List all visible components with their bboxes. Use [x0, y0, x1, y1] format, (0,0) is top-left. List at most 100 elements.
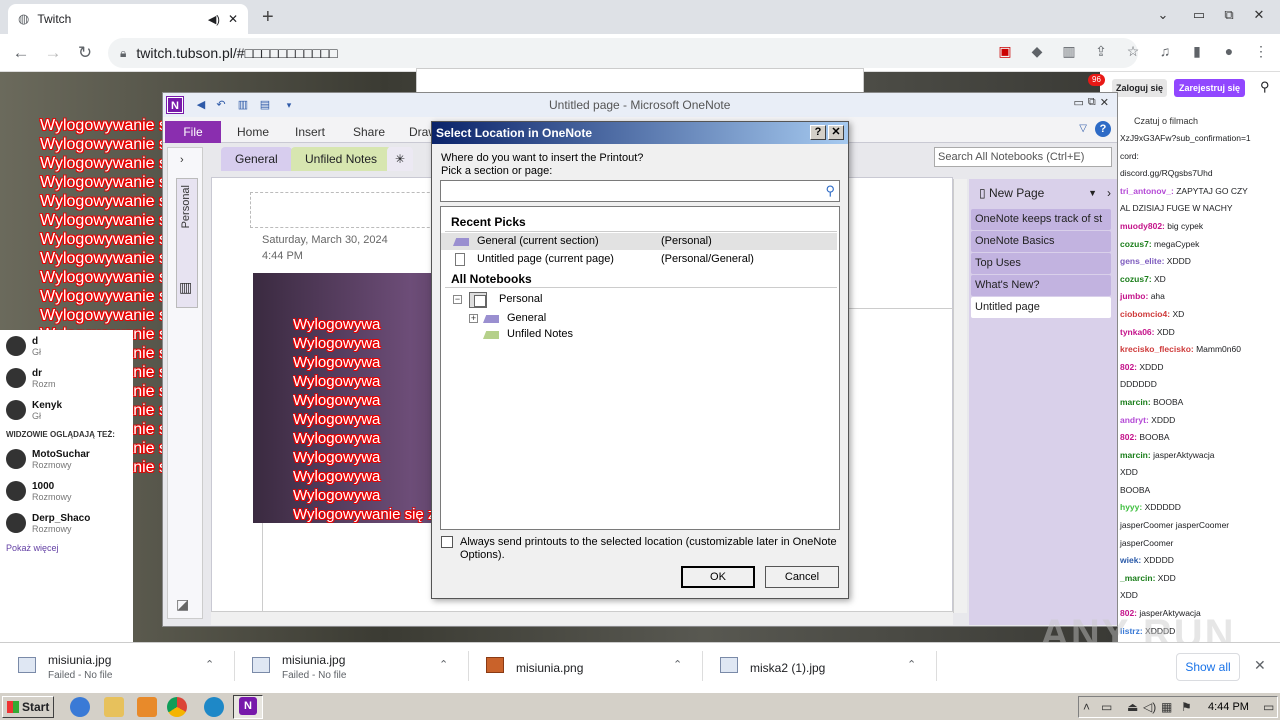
side-panel-icon[interactable]: ▮: [1188, 42, 1206, 60]
chevron-up-icon[interactable]: ⌃: [673, 658, 682, 671]
back-arrow-icon[interactable]: ◀: [193, 97, 209, 113]
chat-username[interactable]: _marcin:: [1120, 573, 1158, 583]
always-send-checkbox[interactable]: [441, 536, 453, 548]
tab-insert[interactable]: Insert: [295, 125, 325, 139]
tree-section-unfiled[interactable]: Unfiled Notes: [441, 326, 837, 343]
show-more-link[interactable]: Pokaż więcej: [0, 539, 133, 557]
chat-username[interactable]: krecisko_flecisko:: [1120, 344, 1196, 354]
media-player-icon[interactable]: [137, 697, 157, 717]
chat-username[interactable]: 802:: [1120, 432, 1139, 442]
page-item[interactable]: Untitled page: [971, 297, 1111, 318]
tab-close-icon[interactable]: ✕: [228, 12, 238, 26]
browser-tab[interactable]: ◍ Twitch ◀) ✕: [8, 4, 248, 34]
menu-kebab-icon[interactable]: ⋮: [1252, 42, 1270, 60]
channel-item[interactable]: Kenyk Gł: [0, 394, 133, 426]
ribbon-collapse-icon[interactable]: ▽: [1079, 123, 1087, 134]
channel-item[interactable]: 1000 Rozmowy: [0, 475, 133, 507]
vertical-scrollbar[interactable]: [953, 179, 967, 613]
chevron-up-icon[interactable]: ⌃: [205, 658, 214, 671]
new-page-button[interactable]: ▯ New Page ▼ ›: [973, 183, 1115, 203]
chevron-right-icon[interactable]: ›: [1107, 183, 1111, 203]
page-item[interactable]: OneNote Basics: [971, 231, 1111, 252]
maximize-button[interactable]: ⧉: [1088, 96, 1096, 109]
download-item[interactable]: misiunia.jpg Failed - No file ⌃: [234, 649, 459, 687]
channel-item[interactable]: d Gł: [0, 330, 133, 362]
chat-username[interactable]: 802:: [1120, 362, 1139, 372]
page-item[interactable]: OneNote keeps track of st: [971, 209, 1111, 230]
cancel-button[interactable]: Cancel: [765, 566, 839, 588]
help-button[interactable]: ?: [810, 125, 826, 140]
collapse-icon[interactable]: −: [453, 295, 462, 304]
channel-item[interactable]: dr Rozm: [0, 362, 133, 394]
chat-username[interactable]: marcin:: [1120, 450, 1153, 460]
tab-share[interactable]: Share: [353, 125, 385, 139]
volume-icon[interactable]: ◁): [1143, 700, 1156, 714]
chrome-icon[interactable]: [167, 697, 187, 717]
notebook-personal[interactable]: Personal ▥: [176, 178, 198, 308]
recent-item-general[interactable]: General (current section) (Personal): [441, 233, 837, 250]
tab-search-icon[interactable]: ⌄: [1150, 4, 1176, 26]
flag-icon[interactable]: ⚑: [1181, 700, 1192, 714]
lens-icon[interactable]: ◆: [1028, 42, 1046, 60]
unfiled-notes-icon[interactable]: ◪: [176, 596, 189, 613]
minimize-button[interactable]: ▭: [1186, 4, 1212, 26]
media-control-icon[interactable]: ♫: [1156, 42, 1174, 60]
tree-notebook-personal[interactable]: − Personal: [441, 291, 837, 308]
bookmark-star-icon[interactable]: ☆: [1124, 42, 1142, 60]
tab-file[interactable]: File: [165, 121, 221, 143]
recent-item-untitled-page[interactable]: Untitled page (current page) (Personal/G…: [441, 251, 837, 268]
login-button[interactable]: Zaloguj się: [1112, 79, 1168, 97]
section-tab-unfiled[interactable]: Unfiled Notes: [291, 147, 392, 171]
expand-icon[interactable]: +: [469, 314, 478, 323]
ie-icon[interactable]: [70, 697, 90, 717]
close-button[interactable]: ✕: [1100, 96, 1109, 109]
address-bar[interactable]: 🔒︎ twitch.tubson.pl/#□□□□□□□□□□□: [108, 38, 1138, 68]
download-item[interactable]: misiunia.jpg Failed - No file ⌃: [0, 649, 225, 687]
page-search-box[interactable]: [416, 68, 864, 94]
page-title-box[interactable]: [250, 192, 450, 228]
channel-item[interactable]: MotoSuchar Rozmowy: [0, 443, 133, 475]
back-icon[interactable]: ←: [10, 42, 32, 64]
start-button[interactable]: Start: [2, 696, 54, 718]
popup-blocked-icon[interactable]: ▣: [996, 42, 1014, 60]
keyboard-icon[interactable]: ▭: [1101, 700, 1112, 714]
close-button[interactable]: ✕: [828, 125, 844, 140]
chat-username[interactable]: tri_antonov_:: [1120, 186, 1176, 196]
chat-username[interactable]: muody802:: [1120, 221, 1167, 231]
chat-username[interactable]: cozus7:: [1120, 239, 1154, 249]
chat-username[interactable]: andryt:: [1120, 415, 1151, 425]
user-icon[interactable]: ⚲: [1260, 79, 1270, 95]
download-item[interactable]: miska2 (1).jpg ⌃: [702, 649, 927, 687]
minimize-button[interactable]: ▭: [1074, 96, 1084, 109]
channel-item[interactable]: Derp_Shaco Rozmowy: [0, 507, 133, 539]
customize-qat-icon[interactable]: ▾: [281, 97, 297, 113]
speaker-icon[interactable]: ◀): [208, 13, 220, 26]
section-tab-general[interactable]: General: [221, 147, 292, 171]
help-icon[interactable]: ?: [1095, 121, 1111, 137]
usb-icon[interactable]: ⏏: [1127, 700, 1138, 714]
chat-username[interactable]: ciobomcio4:: [1120, 309, 1172, 319]
expand-icon[interactable]: ›: [180, 154, 184, 166]
full-page-view-icon[interactable]: ▤: [257, 97, 273, 113]
translate-icon[interactable]: ▥: [1060, 42, 1078, 60]
chevron-up-icon[interactable]: ⌃: [907, 658, 916, 671]
explorer-icon[interactable]: [104, 697, 124, 717]
new-tab-button[interactable]: +: [262, 6, 274, 29]
network-icon[interactable]: ▦: [1161, 700, 1172, 714]
tree-section-general[interactable]: + General: [441, 310, 837, 327]
chat-username[interactable]: marcin:: [1120, 397, 1153, 407]
close-downloads-icon[interactable]: ✕: [1254, 657, 1266, 674]
undo-icon[interactable]: ↶: [213, 97, 229, 113]
ok-button[interactable]: OK: [681, 566, 755, 588]
chat-username[interactable]: hyyy:: [1120, 502, 1145, 512]
new-section-icon[interactable]: ✳: [387, 147, 414, 171]
chat-username[interactable]: jumbo:: [1120, 291, 1151, 301]
reload-icon[interactable]: ↻: [74, 42, 96, 64]
chat-username[interactable]: cozus7:: [1120, 274, 1154, 284]
chevron-down-icon[interactable]: ▼: [1088, 183, 1097, 203]
page-item[interactable]: Top Uses: [971, 253, 1111, 274]
taskbar-onenote-button[interactable]: N: [233, 695, 263, 719]
dock-icon[interactable]: ▥: [235, 97, 251, 113]
profile-avatar-icon[interactable]: ●: [1220, 42, 1238, 60]
horizontal-scrollbar[interactable]: [211, 611, 953, 625]
